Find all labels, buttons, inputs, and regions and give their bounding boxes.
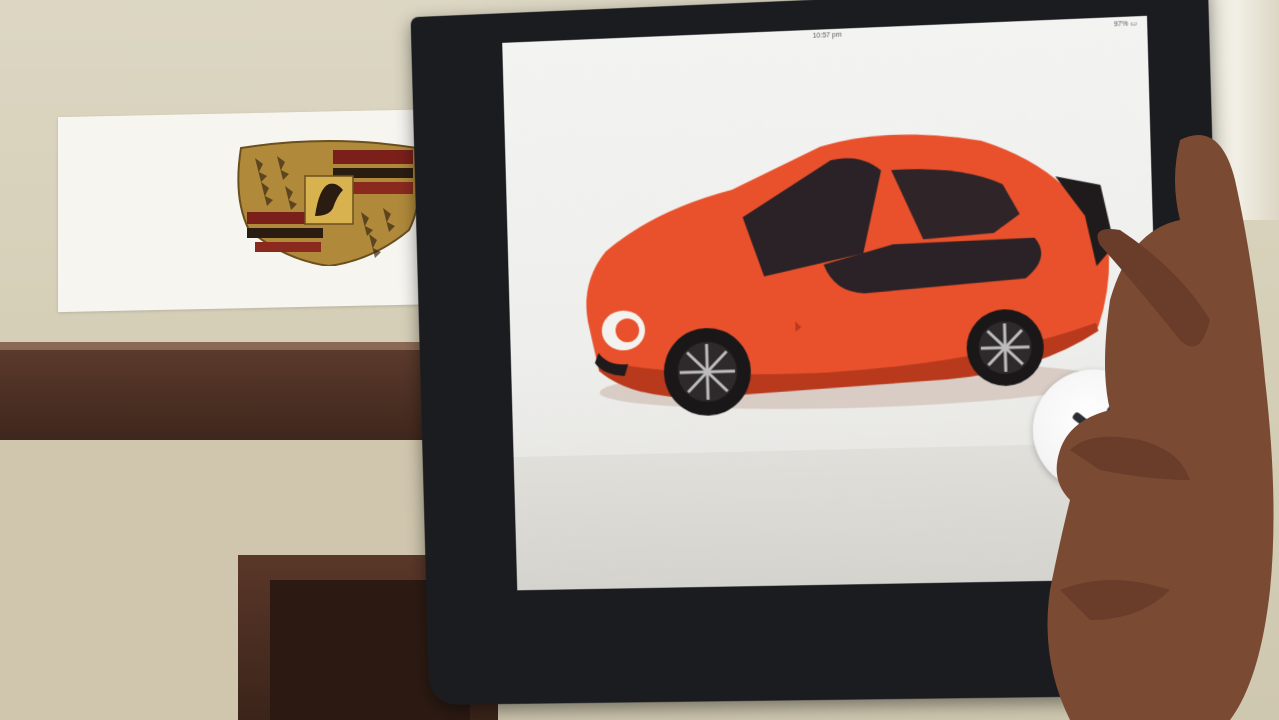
- status-bar: 10:57 pm 97% ▭: [502, 16, 1147, 59]
- status-battery: 97% ▭: [1113, 20, 1138, 29]
- photo-scene: 10:57 pm 97% ▭: [0, 0, 1279, 720]
- status-time: 10:57 pm: [812, 31, 842, 40]
- hand: [1047, 135, 1274, 720]
- wooden-shelf: [0, 350, 460, 440]
- crest-emblem-icon: [237, 140, 421, 266]
